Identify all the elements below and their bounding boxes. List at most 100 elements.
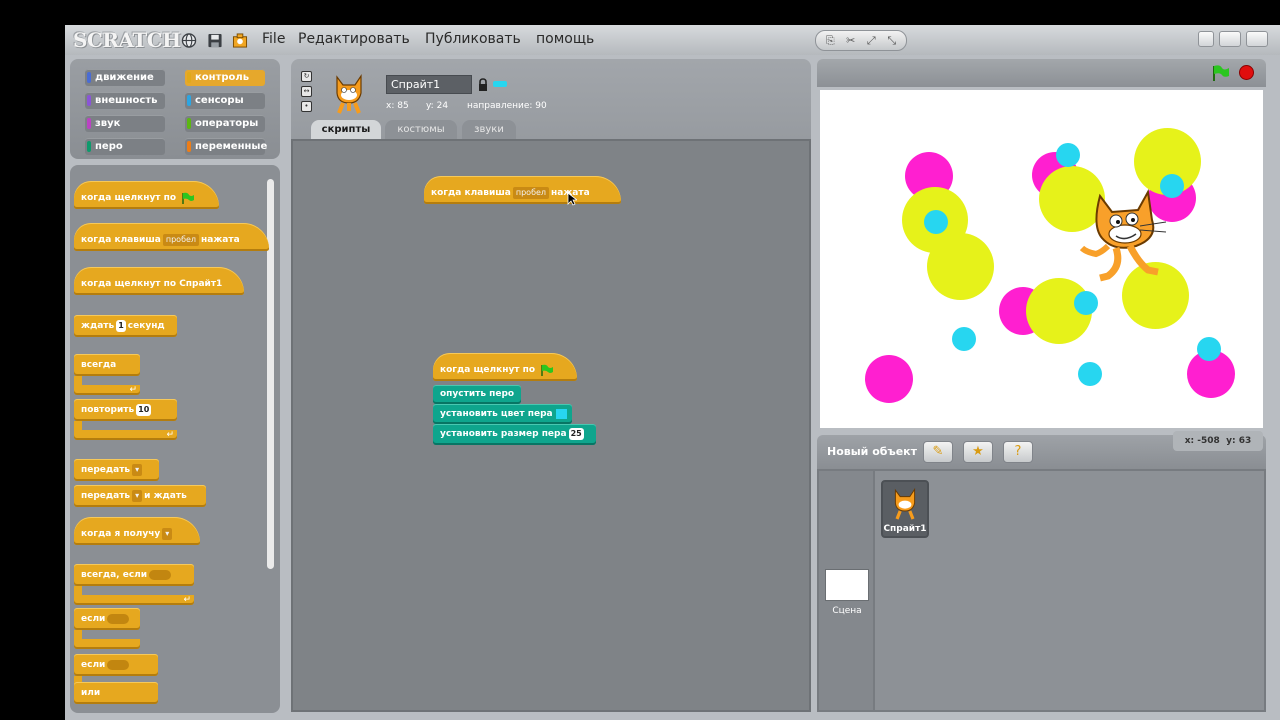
tab-sounds[interactable]: звуки xyxy=(462,120,516,139)
direction-indicator xyxy=(493,81,507,87)
menu-file[interactable]: File xyxy=(262,31,285,47)
duplicate-icon[interactable]: ⎘ xyxy=(822,34,838,48)
pen-dot xyxy=(952,327,976,351)
script-when-flag-clicked[interactable]: когда щелкнут по xyxy=(433,353,577,381)
block-forever-if[interactable]: всегда, если xyxy=(74,564,194,586)
stage-thumbnail[interactable] xyxy=(825,569,869,601)
block-broadcast[interactable]: передать ▾ xyxy=(74,459,159,481)
scratch-window: SCRATCH File Редактировать Публиковать п… xyxy=(65,25,1280,720)
sprite-x-readout: x: 85 xyxy=(386,101,409,111)
if-condition[interactable] xyxy=(107,613,130,624)
tab-scripts[interactable]: скрипты xyxy=(311,120,381,139)
block-when-key-pressed[interactable]: когда клавиша пробел нажата xyxy=(74,223,269,251)
forever-bottom: ↵ xyxy=(74,385,140,395)
cat-sprite[interactable] xyxy=(1078,186,1170,284)
pen-dot xyxy=(1197,337,1221,361)
flip-left-right-button[interactable]: ↔ xyxy=(301,86,312,97)
stage-label: Сцена xyxy=(832,606,862,616)
presentation-mode-button[interactable] xyxy=(1246,31,1268,47)
script-when-key-pressed[interactable]: когда клавиша пробел нажата xyxy=(424,176,621,204)
mouse-coordinates: x: -508 y: 63 xyxy=(1173,431,1263,451)
broadcast-wait-dropdown[interactable]: ▾ xyxy=(132,489,143,502)
rotate-all-button[interactable]: ↻ xyxy=(301,71,312,82)
block-palette: когда щелкнут по когда клавиша пробел нажа… xyxy=(70,165,280,713)
stage-canvas[interactable] xyxy=(820,90,1263,428)
new-sprite-label: Новый объект xyxy=(827,445,918,458)
pen-dot xyxy=(865,355,913,403)
category-sound[interactable]: звук xyxy=(85,115,165,132)
palette-scrollbar[interactable] xyxy=(267,179,274,569)
menu-edit[interactable]: Редактировать xyxy=(298,31,410,47)
category-variables[interactable]: переменные xyxy=(185,138,267,155)
if-else-condition[interactable] xyxy=(107,659,130,670)
tab-costumes[interactable]: костюмы xyxy=(385,120,457,139)
scratch-logo: SCRATCH xyxy=(73,28,181,52)
save-icon[interactable] xyxy=(207,33,223,48)
category-sensing[interactable]: сенсоры xyxy=(185,92,265,109)
script-set-pen-size[interactable]: установить размер пера 25 xyxy=(433,424,596,445)
pen-dot xyxy=(1074,291,1098,315)
pen-size-input[interactable]: 25 xyxy=(568,427,584,440)
sprite-direction-readout: направление: 90 xyxy=(467,101,547,111)
menu-share[interactable]: Публиковать xyxy=(425,31,521,47)
repeat-bottom: ↵ xyxy=(74,430,177,440)
forever-if-condition[interactable] xyxy=(149,569,172,580)
script-key-dropdown[interactable]: пробел xyxy=(512,186,550,199)
block-wait[interactable]: ждать 1 секунд xyxy=(74,315,177,337)
paint-new-sprite-button[interactable]: ✎ xyxy=(923,441,953,463)
category-pen[interactable]: перо xyxy=(85,138,165,155)
share-icon[interactable] xyxy=(232,33,248,48)
block-when-sprite-clicked[interactable]: когда щелкнут по Спрайт1 xyxy=(74,267,244,295)
pen-dot xyxy=(924,210,948,234)
script-set-pen-color[interactable]: установить цвет пера xyxy=(433,404,572,424)
mouse-cursor-icon xyxy=(567,192,577,206)
block-if-else[interactable]: если xyxy=(74,654,158,676)
random-sprite-button[interactable]: ? xyxy=(1003,441,1033,463)
globe-icon[interactable] xyxy=(181,33,197,48)
cut-icon[interactable]: ✂ xyxy=(843,34,859,47)
stop-icon[interactable] xyxy=(1239,65,1254,80)
small-stage-button[interactable] xyxy=(1198,31,1214,47)
broadcast-dropdown[interactable]: ▾ xyxy=(132,463,143,476)
block-else: или xyxy=(74,682,158,704)
block-when-flag-clicked[interactable]: когда щелкнут по xyxy=(74,181,219,209)
stage-header xyxy=(817,59,1266,87)
receive-dropdown[interactable]: ▾ xyxy=(162,527,173,540)
normal-stage-button[interactable] xyxy=(1219,31,1241,47)
block-broadcast-and-wait[interactable]: передать ▾ и ждать xyxy=(74,485,206,507)
sprite-name-field[interactable]: Спрайт1 xyxy=(386,75,472,94)
choose-sprite-file-button[interactable]: ★ xyxy=(963,441,993,463)
stage-thumbnail-column: Сцена xyxy=(819,471,875,710)
sprite-y-readout: y: 24 xyxy=(426,101,449,111)
repeat-input[interactable]: 10 xyxy=(136,403,152,416)
sprite-tile[interactable]: Спрайт1 xyxy=(881,480,929,538)
sprite-info-panel: ↻ ↔ • Спрайт1 x: 85 y: 24 направление: 9… xyxy=(291,59,811,139)
script-pen-down[interactable]: опустить перо xyxy=(433,385,521,404)
category-selector: движение контроль внешность сенсоры звук… xyxy=(70,59,280,159)
pen-dot xyxy=(927,233,994,300)
category-motion[interactable]: движение xyxy=(85,69,165,86)
sprite-tools: ⎘ ✂ ⤢ ⤡ xyxy=(815,30,907,51)
block-forever[interactable]: всегда xyxy=(74,354,140,376)
category-looks[interactable]: внешность xyxy=(85,92,165,109)
no-rotate-button[interactable]: • xyxy=(301,101,312,112)
lock-icon[interactable] xyxy=(478,78,488,91)
sprite-tile-label: Спрайт1 xyxy=(883,524,927,534)
green-flag-icon xyxy=(182,192,195,204)
category-operators[interactable]: операторы xyxy=(185,115,265,132)
key-dropdown[interactable]: пробел xyxy=(162,233,200,246)
wait-input[interactable]: 1 xyxy=(116,319,126,332)
menu-help[interactable]: помощь xyxy=(536,31,594,47)
grow-icon[interactable]: ⤢ xyxy=(863,34,879,48)
sprite-list: Сцена Спрайт1 xyxy=(817,469,1266,712)
category-control[interactable]: контроль xyxy=(185,69,265,86)
block-repeat[interactable]: повторить 10 xyxy=(74,399,177,421)
block-when-i-receive[interactable]: когда я получу ▾ xyxy=(74,517,200,545)
green-flag-icon[interactable] xyxy=(1211,65,1231,81)
scripts-area[interactable]: когда клавиша пробел нажата когда щелкнут … xyxy=(291,139,811,712)
block-if[interactable]: если xyxy=(74,608,140,630)
shrink-icon[interactable]: ⤡ xyxy=(884,34,900,48)
pen-color-swatch[interactable] xyxy=(555,408,567,419)
sprite-thumbnail-cat xyxy=(336,74,362,114)
script-green-flag-icon xyxy=(541,364,554,376)
